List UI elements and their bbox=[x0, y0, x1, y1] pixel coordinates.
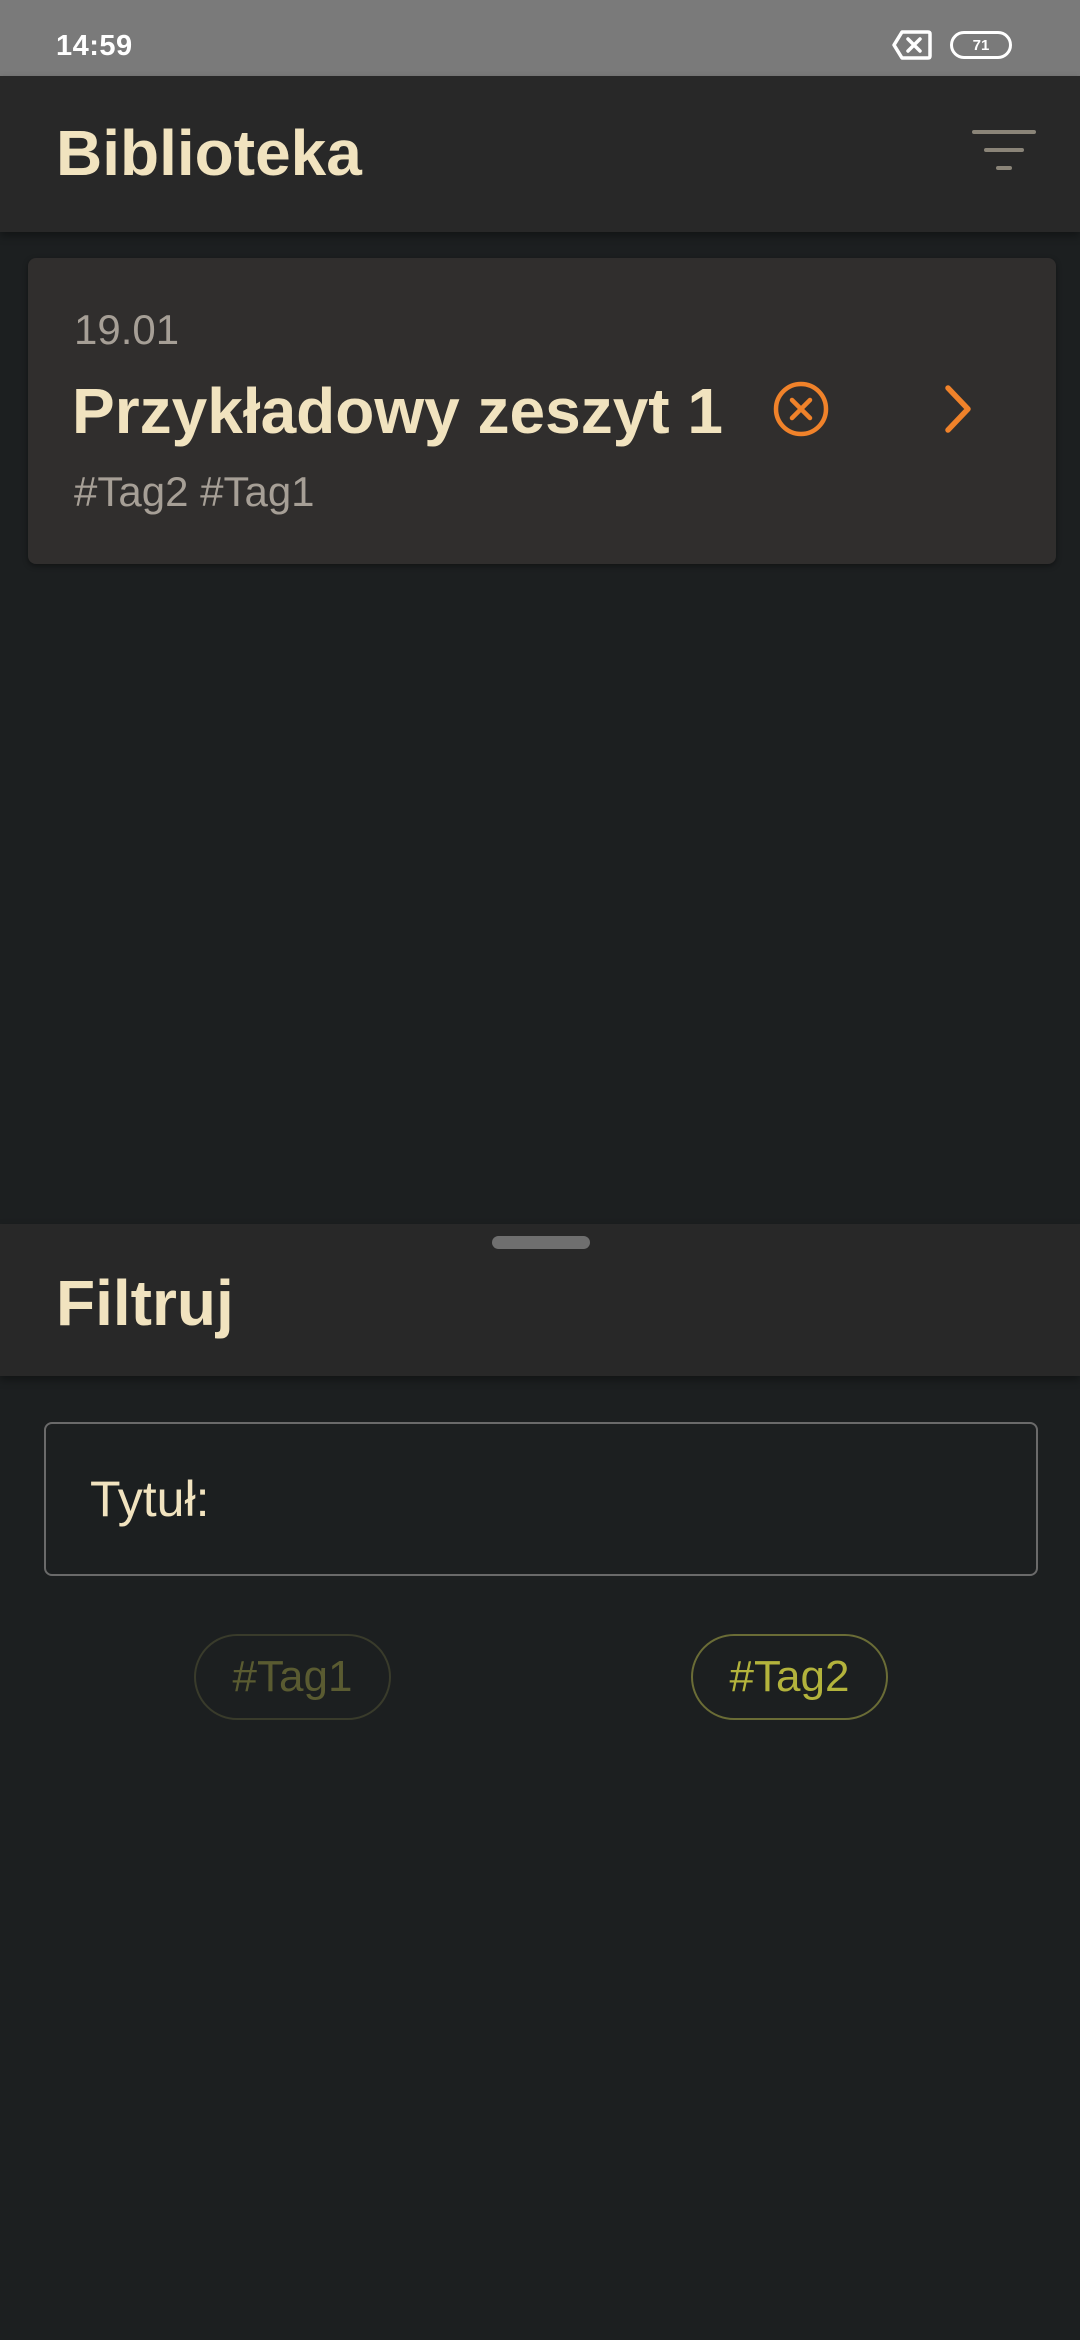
page-title: Biblioteka bbox=[56, 117, 362, 189]
note-tags: #Tag2 #Tag1 bbox=[74, 468, 315, 515]
title-filter-input[interactable] bbox=[229, 1459, 1036, 1539]
tag-chip-tag1[interactable]: #Tag1 bbox=[194, 1634, 391, 1720]
chevron-right-icon[interactable] bbox=[928, 380, 986, 438]
title-filter-field[interactable]: Tytuł: bbox=[44, 1422, 1038, 1576]
battery-level: 71 bbox=[972, 36, 990, 54]
app-bar: Biblioteka bbox=[0, 76, 1080, 232]
filter-sheet-header: Filtruj bbox=[0, 1224, 1080, 1376]
status-icons: 71 bbox=[892, 30, 1012, 60]
note-date: 19.01 bbox=[74, 306, 180, 353]
delete-circle-icon[interactable] bbox=[772, 380, 830, 438]
status-time: 14:59 bbox=[56, 30, 133, 62]
filter-list-icon[interactable] bbox=[972, 126, 1036, 176]
sheet-drag-handle[interactable] bbox=[492, 1236, 590, 1249]
title-field-label: Tytuł: bbox=[90, 1471, 210, 1527]
note-card[interactable]: 19.01 Przykładowy zeszyt 1 #Tag2 #Tag1 bbox=[28, 258, 1056, 564]
filter-sheet-title: Filtruj bbox=[56, 1267, 234, 1339]
note-title: Przykładowy zeszyt 1 bbox=[72, 375, 723, 447]
status-bar: 14:59 71 bbox=[0, 0, 1080, 76]
sim-off-icon bbox=[892, 30, 932, 60]
tag-chip-tag2[interactable]: #Tag2 bbox=[691, 1634, 888, 1720]
battery-icon: 71 bbox=[950, 31, 1012, 59]
